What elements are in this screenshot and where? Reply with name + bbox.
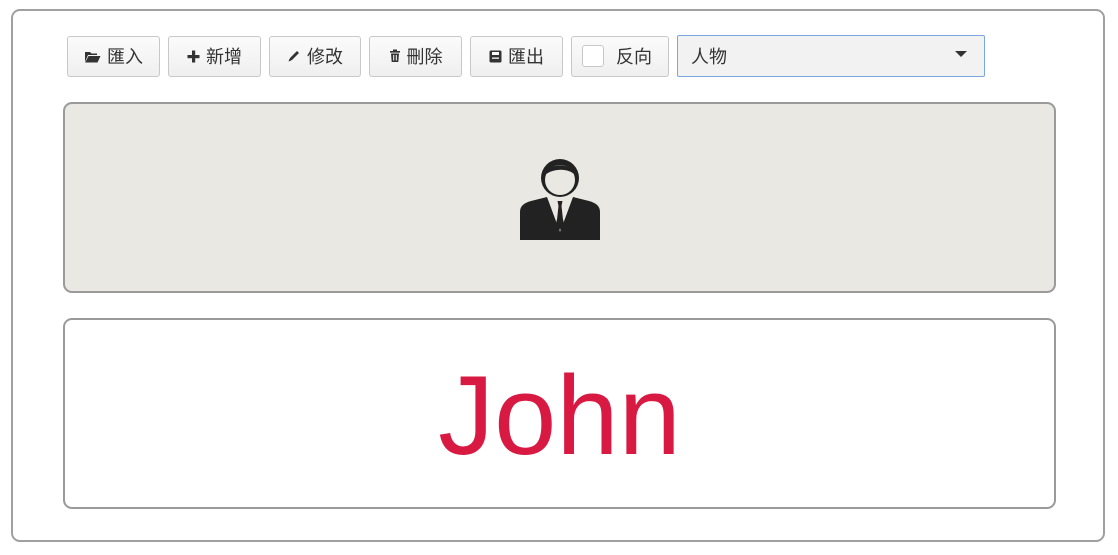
toolbar: 匯入 新增 修改 刪除 匯出 反向 人物 — [67, 35, 985, 77]
delete-label: 刪除 — [406, 47, 443, 68]
pencil-icon — [287, 49, 301, 63]
reverse-toggle[interactable]: 反向 — [571, 35, 669, 77]
reverse-checkbox[interactable] — [582, 45, 604, 67]
edit-label: 修改 — [307, 47, 343, 68]
businessman-icon — [519, 158, 600, 240]
card-name-text: John — [438, 352, 681, 478]
plus-icon — [187, 50, 200, 63]
category-select-value: 人物 — [691, 47, 727, 68]
export-label: 匯出 — [508, 47, 544, 68]
card-name-panel[interactable]: John — [63, 318, 1056, 509]
reverse-label: 反向 — [616, 47, 652, 68]
delete-button[interactable]: 刪除 — [369, 35, 462, 77]
chevron-down-icon — [955, 51, 967, 57]
edit-button[interactable]: 修改 — [269, 35, 361, 77]
save-icon — [489, 50, 502, 63]
folder-open-icon — [84, 50, 101, 63]
add-label: 新增 — [206, 47, 242, 68]
trash-icon — [389, 49, 401, 63]
add-button[interactable]: 新增 — [168, 35, 261, 77]
export-button[interactable]: 匯出 — [470, 35, 563, 77]
import-label: 匯入 — [107, 47, 143, 68]
import-button[interactable]: 匯入 — [67, 35, 160, 77]
card-image-panel[interactable] — [63, 102, 1056, 293]
category-select[interactable]: 人物 — [677, 35, 985, 77]
